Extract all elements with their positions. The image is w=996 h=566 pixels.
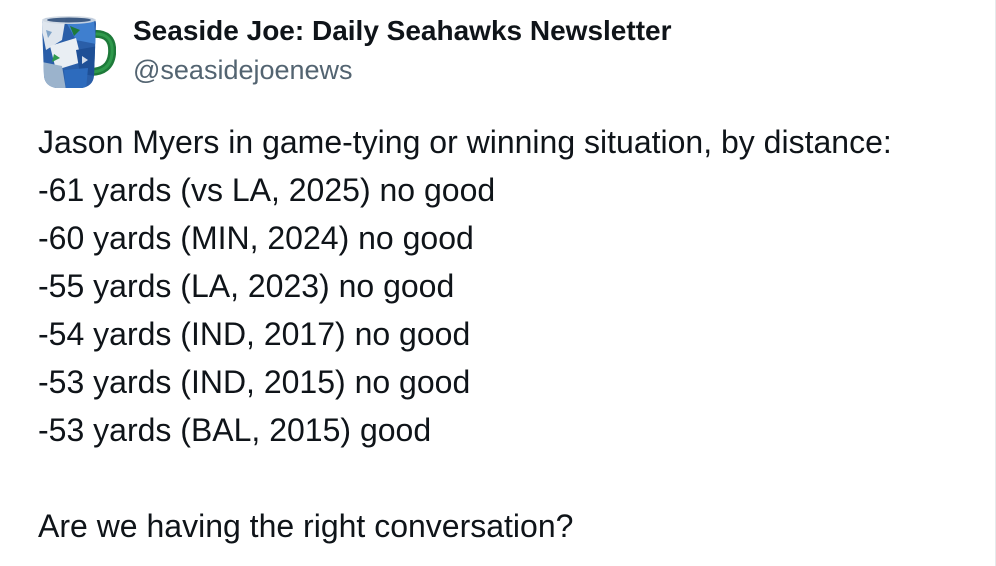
tweet-card: Seaside Joe: Daily Seahawks Newsletter @… xyxy=(0,0,996,566)
kick-line: -53 yards (BAL, 2015) good xyxy=(38,412,432,448)
kick-line: -60 yards (MIN, 2024) no good xyxy=(38,220,474,256)
tweet-header: Seaside Joe: Daily Seahawks Newsletter @… xyxy=(36,10,672,90)
kick-line: -61 yards (vs LA, 2025) no good xyxy=(38,172,496,208)
kick-line: -53 yards (IND, 2015) no good xyxy=(38,364,471,400)
seahawks-mug-avatar-icon xyxy=(42,16,117,88)
author-display-name[interactable]: Seaside Joe: Daily Seahawks Newsletter xyxy=(133,14,672,48)
tweet-text: Jason Myers in game-tying or winning sit… xyxy=(38,118,988,550)
kick-line: -54 yards (IND, 2017) no good xyxy=(38,316,471,352)
tweet-closing-line: Are we having the right conversation? xyxy=(38,508,574,544)
author-names: Seaside Joe: Daily Seahawks Newsletter @… xyxy=(133,14,672,86)
kick-line: -55 yards (LA, 2023) no good xyxy=(38,268,455,304)
tweet-intro-line: Jason Myers in game-tying or winning sit… xyxy=(38,124,892,160)
avatar[interactable] xyxy=(36,10,117,90)
author-handle[interactable]: @seasidejoenews xyxy=(133,54,672,86)
